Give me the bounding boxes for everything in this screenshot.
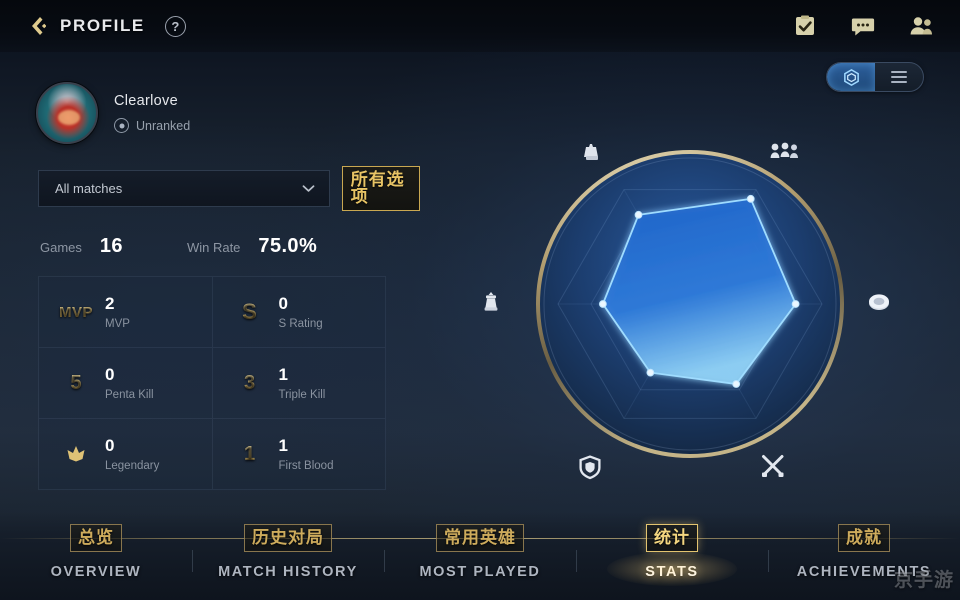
player-info: Clearlove Unranked (114, 93, 190, 133)
stat-value: 0 (105, 436, 115, 456)
back-button[interactable] (28, 15, 46, 37)
tab-label-en: STATS (645, 564, 699, 580)
bottom-nav: 总览 OVERVIEW 历史对局 MATCH HISTORY 常用英雄 MOST… (0, 512, 960, 600)
chat-icon[interactable] (850, 13, 876, 39)
list-view-segment[interactable] (875, 63, 923, 91)
tab-label-en: MATCH HISTORY (218, 564, 358, 580)
view-toggle[interactable] (826, 62, 924, 92)
winrate-label: Win Rate (186, 240, 241, 255)
tab-label-en: MOST PLAYED (419, 564, 541, 580)
minions-icon[interactable] (770, 142, 798, 158)
stat-value: 0 (278, 294, 288, 314)
shield-icon[interactable] (579, 455, 601, 480)
back-chevron-icon (32, 17, 46, 35)
left-panel: Clearlove Unranked All matches 所有选项 Game… (0, 52, 420, 490)
stat-value: 2 (105, 294, 115, 314)
tab-label-en: OVERVIEW (50, 564, 142, 580)
penta-kill-icon: 5 (70, 371, 82, 394)
player-name: Clearlove (114, 93, 178, 109)
stat-value: 1 (278, 365, 288, 385)
s-rating-icon: S (242, 299, 257, 324)
top-header: PROFILE ? (0, 0, 960, 52)
stat-cell-legendary: 0 Legendary (39, 419, 213, 490)
stat-label: First Blood (278, 459, 334, 472)
crossed-swords-icon[interactable] (762, 455, 784, 478)
chevron-down-icon (302, 184, 315, 192)
rank-label: Unranked (136, 118, 191, 133)
tab-label-cn: 历史对局 (244, 524, 332, 552)
match-filter-dropdown[interactable]: All matches (38, 170, 330, 207)
tab-stats[interactable]: 统计 STATS (576, 512, 768, 586)
turret-chess-icon[interactable] (484, 292, 498, 311)
stats-radar-chart (470, 108, 910, 508)
page-title: PROFILE (60, 16, 145, 35)
match-filter-value: All matches (55, 181, 123, 196)
tower-destroy-icon[interactable] (584, 144, 598, 160)
stats-grid: MVP 2 MVP S 0 S Rating 5 0 Penta Kill 3 … (38, 276, 386, 490)
stat-cell-s-rating: S 0 S Rating (212, 277, 386, 348)
tab-label-cn: 常用英雄 (436, 524, 524, 552)
winrate-value: 75.0% (258, 235, 318, 257)
avatar[interactable] (36, 82, 98, 144)
stat-label: S Rating (278, 317, 323, 330)
profile-screen: PROFILE ? Clearlove Unranked All matches… (0, 0, 960, 600)
filter-row: All matches 所有选项 (0, 144, 420, 211)
stat-label: MVP (105, 317, 130, 330)
tab-match-history[interactable]: 历史对局 MATCH HISTORY (192, 512, 384, 580)
stat-value: 1 (278, 436, 288, 456)
stat-cell-mvp: MVP 2 MVP (39, 277, 213, 348)
rank-emblem-icon (114, 118, 129, 133)
stat-label: Legendary (105, 459, 160, 472)
tab-label-en: ACHIEVEMENTS (796, 564, 932, 580)
player-summary[interactable]: Clearlove Unranked (0, 52, 420, 144)
legendary-crown-icon (67, 446, 85, 462)
games-label: Games (40, 240, 82, 255)
radar-view-segment[interactable] (827, 63, 875, 91)
nav-tabs: 总览 OVERVIEW 历史对局 MATCH HISTORY 常用英雄 MOST… (0, 512, 960, 600)
player-rank: Unranked (114, 118, 190, 133)
tasks-icon[interactable] (792, 13, 818, 39)
tab-label-cn: 成就 (838, 524, 890, 552)
header-actions (792, 13, 934, 39)
stat-value: 0 (105, 365, 115, 385)
summary-row: Games 16 Win Rate 75.0% (0, 211, 420, 258)
tab-overview[interactable]: 总览 OVERVIEW (0, 512, 192, 580)
mvp-icon: MVP (58, 303, 93, 321)
list-lines-icon (891, 71, 907, 83)
gold-coin-icon[interactable] (869, 294, 889, 310)
stat-label: Penta Kill (105, 388, 154, 401)
tab-label-cn: 总览 (70, 524, 122, 552)
tab-achievements[interactable]: 成就 ACHIEVEMENTS (768, 512, 960, 580)
tab-label-cn: 统计 (646, 524, 698, 552)
stat-cell-triple-kill: 3 1 Triple Kill (212, 348, 386, 419)
friends-icon[interactable] (908, 13, 934, 39)
hexagon-radar-icon (843, 68, 859, 86)
radar-svg (484, 142, 889, 480)
legendary-icon (53, 444, 99, 464)
tab-most-played[interactable]: 常用英雄 MOST PLAYED (384, 512, 576, 580)
first-blood-icon: 1 (243, 442, 256, 465)
stat-label: Triple Kill (278, 388, 326, 401)
triple-kill-icon: 3 (243, 371, 256, 394)
filter-annotation-cn: 所有选项 (341, 166, 420, 211)
stat-cell-first-blood: 1 1 First Blood (212, 419, 386, 490)
games-value: 16 (99, 235, 123, 257)
stat-cell-penta-kill: 5 0 Penta Kill (39, 348, 213, 419)
help-button[interactable]: ? (164, 15, 186, 37)
